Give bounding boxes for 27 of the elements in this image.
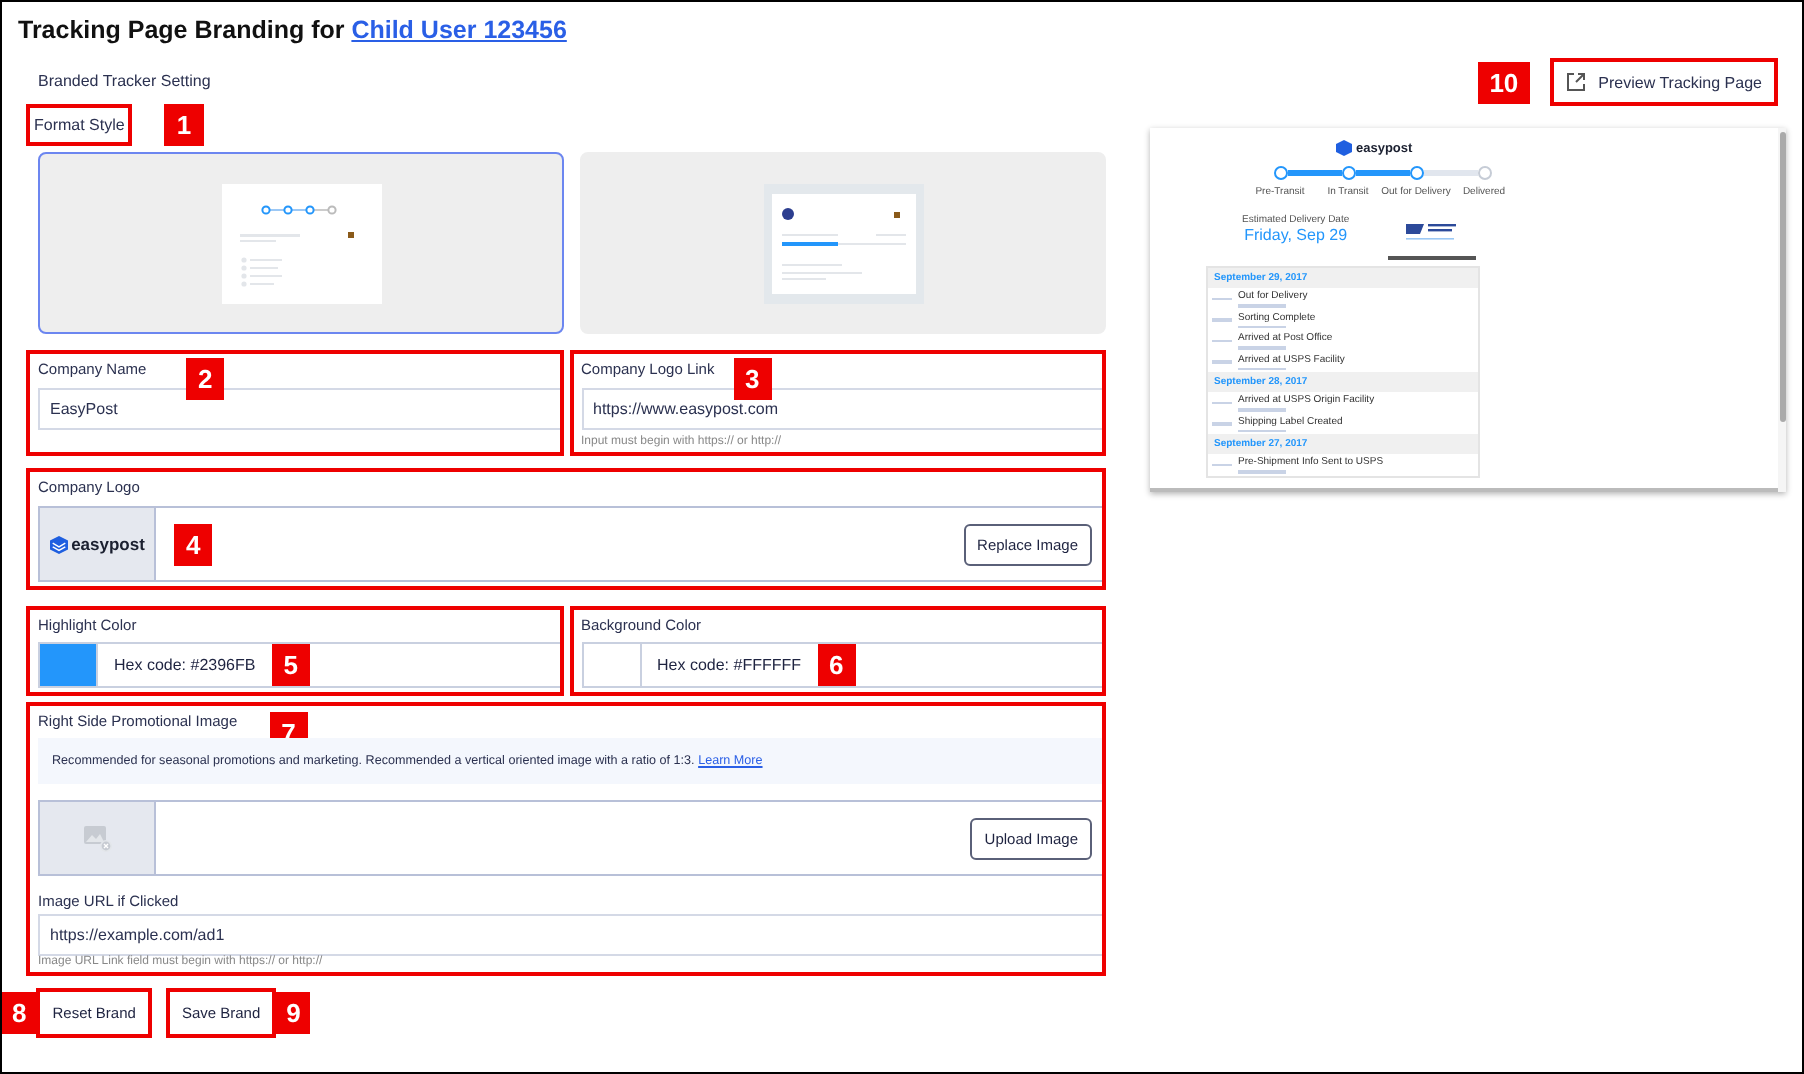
logo-link-field[interactable]: https://www.easypost.com <box>581 388 1102 430</box>
callout-badge: 6 <box>817 644 856 686</box>
callout-badge: 4 <box>174 523 213 565</box>
carrier-logo-icon <box>1405 219 1458 239</box>
eta-date: Friday, Sep 29 <box>1244 226 1348 244</box>
section-title: Branded Tracker Setting <box>38 72 213 90</box>
hex-code-field[interactable]: Hex code: #FFFFFF <box>641 656 802 674</box>
color-swatch[interactable] <box>40 644 98 686</box>
image-placeholder-icon <box>83 825 111 851</box>
image-url-field[interactable]: https://example.com/ad1 <box>38 914 1102 956</box>
user-link[interactable]: Child User 123456 <box>351 16 567 44</box>
callout-badge: 10 <box>1477 61 1531 103</box>
logo-icon <box>49 535 68 553</box>
hex-code-field[interactable]: Hex code: #2396FB <box>98 656 256 674</box>
scrollbar[interactable] <box>1778 128 1786 492</box>
logo-icon <box>1336 140 1352 156</box>
callout-badge: 9 <box>276 992 311 1034</box>
preview-tracking-page-button[interactable]: Preview Tracking Page <box>1550 58 1778 106</box>
callout-badge: 5 <box>271 644 310 686</box>
logo-text: easypost <box>71 534 145 554</box>
callout-badge: 8 <box>2 992 37 1034</box>
company-name-field[interactable]: EasyPost <box>38 388 559 430</box>
page-title: Tracking Page Branding for Child User 123456 <box>18 16 569 44</box>
callout-badge: 1 <box>164 104 204 146</box>
external-link-icon <box>1566 72 1587 92</box>
format-option[interactable] <box>38 152 564 334</box>
field-label: Format Style <box>26 104 133 146</box>
